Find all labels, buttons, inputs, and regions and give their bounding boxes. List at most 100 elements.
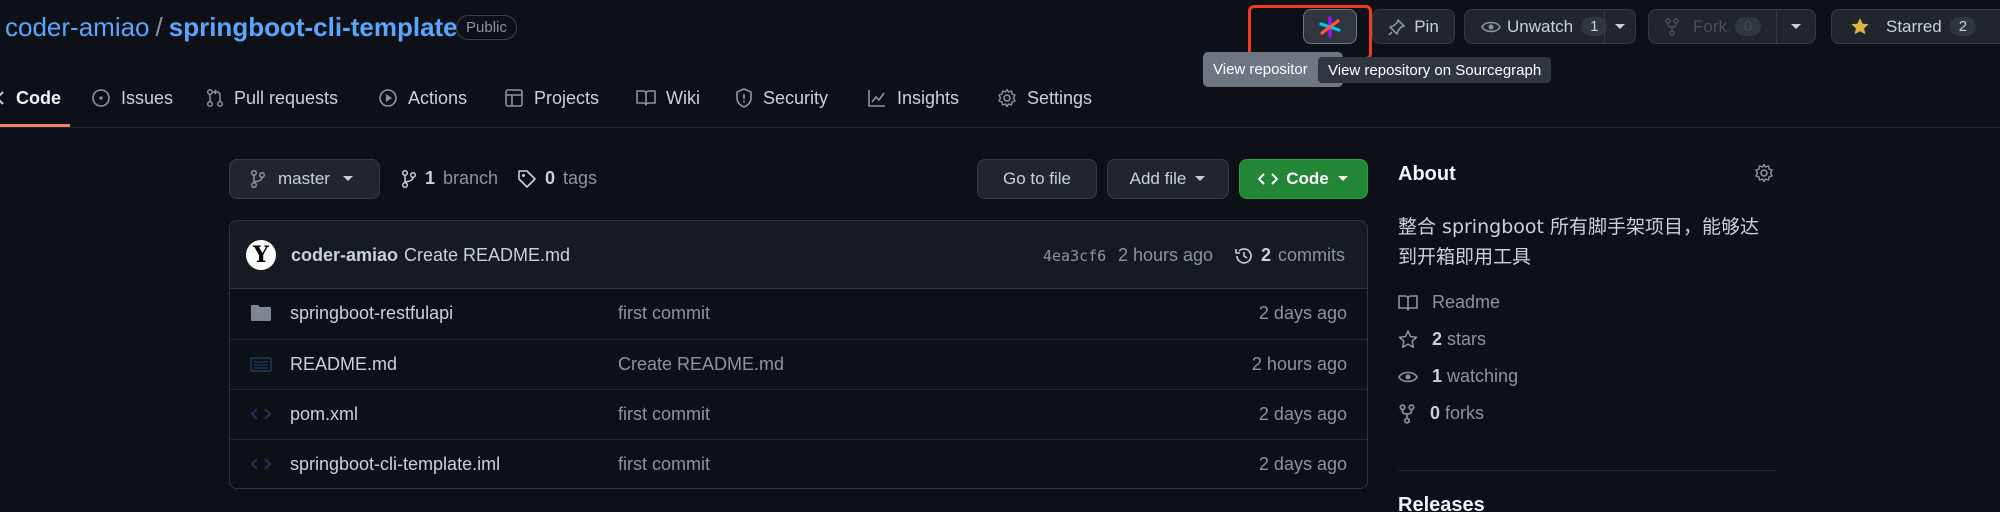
- file-name[interactable]: pom.xml: [290, 404, 358, 425]
- issue-icon: [91, 88, 111, 108]
- book-icon: [1398, 294, 1418, 312]
- branches-link[interactable]: 1 branch: [401, 168, 498, 189]
- tag-word: tags: [563, 168, 598, 188]
- tab-projects-label: Projects: [534, 87, 600, 108]
- code-file-icon: [250, 454, 272, 479]
- avatar[interactable]: Y: [246, 240, 276, 270]
- unwatch-label: Unwatch: [1507, 16, 1574, 36]
- add-file-button[interactable]: Add file: [1107, 159, 1229, 199]
- file-commit-message[interactable]: Create README.md: [618, 354, 784, 375]
- branch-word: branch: [443, 168, 499, 188]
- folder-icon: [250, 303, 272, 328]
- watching-link[interactable]: 1 watching: [1398, 366, 1518, 387]
- commit-word: commits: [1278, 245, 1346, 265]
- releases-heading[interactable]: Releases: [1398, 494, 1485, 512]
- tab-insights[interactable]: Insights: [867, 84, 959, 112]
- tab-pull-requests[interactable]: Pull requests: [206, 84, 338, 112]
- repo-title: coder-amiao / springboot-cli-template: [5, 12, 458, 43]
- caret-down-icon: [1194, 175, 1206, 183]
- shield-icon: [735, 88, 753, 108]
- gear-icon: [997, 88, 1017, 108]
- add-file-label: Add file: [1129, 169, 1187, 188]
- commit-count: 2: [1261, 245, 1272, 265]
- repo-description: 整合 springboot 所有脚手架项目，能够达 到开箱即用工具: [1398, 212, 1759, 272]
- table-icon: [504, 88, 524, 108]
- history-icon: [1234, 246, 1254, 266]
- stars-link[interactable]: 2 stars: [1398, 329, 1486, 350]
- code-brackets-icon: [1258, 172, 1279, 186]
- repo-description-line: 到开箱即用工具: [1398, 246, 1532, 268]
- book-icon: [636, 89, 656, 107]
- tag-count: 0: [545, 168, 556, 188]
- star-icon: [1398, 330, 1418, 349]
- eye-icon: [1481, 19, 1501, 35]
- caret-down-icon: [342, 175, 354, 183]
- nav-divider: [0, 127, 2000, 128]
- tag-icon: [517, 169, 537, 189]
- tab-code[interactable]: Code: [0, 84, 61, 112]
- commit-sha[interactable]: 4ea3cf6: [1043, 247, 1106, 265]
- visibility-badge: Public: [456, 15, 517, 40]
- commits-link[interactable]: 2 commits: [1234, 245, 1345, 266]
- commit-author[interactable]: coder-amiao: [291, 245, 398, 266]
- branch-icon: [250, 169, 266, 189]
- gear-icon[interactable]: [1754, 163, 1774, 183]
- tab-wiki[interactable]: Wiki: [636, 84, 700, 112]
- file-age: 2 days ago: [1258, 404, 1347, 424]
- file-name[interactable]: README.md: [290, 354, 397, 375]
- file-name[interactable]: springboot-cli-template.iml: [290, 454, 500, 475]
- starred-button[interactable]: Starred 2: [1831, 9, 2000, 44]
- caret-down-icon: [1337, 175, 1349, 183]
- about-heading: About: [1398, 163, 1456, 185]
- tab-wiki-label: Wiki: [666, 87, 700, 108]
- unwatch-dropdown[interactable]: [1604, 10, 1635, 43]
- star-count: 2: [1949, 17, 1977, 36]
- star-filled-icon: [1850, 17, 1870, 36]
- tab-code-label: Code: [16, 87, 61, 108]
- code-button[interactable]: Code: [1239, 159, 1368, 199]
- tab-actions[interactable]: Actions: [378, 84, 467, 112]
- tab-security-label: Security: [763, 87, 829, 108]
- pin-button[interactable]: Pin: [1372, 9, 1455, 44]
- file-name[interactable]: springboot-restfulapi: [290, 303, 453, 324]
- repo-owner-link[interactable]: coder-amiao: [5, 12, 150, 42]
- tab-issues[interactable]: Issues: [91, 84, 173, 112]
- fork-dropdown[interactable]: [1776, 10, 1815, 43]
- file-commit-message[interactable]: first commit: [618, 404, 710, 425]
- commit-message[interactable]: Create README.md: [404, 245, 570, 266]
- code-file-icon: [250, 404, 272, 429]
- sourcegraph-button[interactable]: [1303, 9, 1357, 44]
- pin-label: Pin: [1414, 16, 1439, 36]
- file-age: 2 hours ago: [1251, 354, 1347, 374]
- fork-icon: [1398, 403, 1416, 424]
- file-age: 2 days ago: [1258, 454, 1347, 474]
- tab-insights-label: Insights: [897, 87, 960, 108]
- latest-commit-bar: Y coder-amiao Create README.md 4ea3cf6 2…: [230, 221, 1367, 289]
- code-icon: [0, 91, 6, 105]
- commit-time: 2 hours ago: [1118, 245, 1214, 265]
- tab-settings[interactable]: Settings: [997, 84, 1092, 112]
- eye-icon: [1398, 369, 1418, 385]
- file-icon: [250, 354, 272, 379]
- tab-projects[interactable]: Projects: [504, 84, 599, 112]
- code-button-label: Code: [1286, 169, 1329, 188]
- tab-security[interactable]: Security: [735, 84, 828, 112]
- file-commit-message[interactable]: first commit: [618, 454, 710, 475]
- tab-pull-requests-label: Pull requests: [234, 87, 339, 108]
- repo-name-link[interactable]: springboot-cli-template: [169, 12, 458, 42]
- file-row[interactable]: springboot-cli-template.iml first commit…: [230, 439, 1367, 488]
- file-row[interactable]: README.md Create README.md 2 hours ago: [230, 339, 1367, 389]
- file-row[interactable]: pom.xml first commit 2 days ago: [230, 389, 1367, 439]
- file-row[interactable]: springboot-restfulapi first commit 2 day…: [230, 289, 1367, 339]
- branch-select-button[interactable]: master: [229, 159, 380, 199]
- fork-count: 0: [1735, 17, 1762, 36]
- forks-link[interactable]: 0 forks: [1398, 403, 1484, 424]
- stars-count: 2: [1432, 329, 1443, 349]
- avatar-glyph-icon: Y: [253, 242, 269, 268]
- tags-link[interactable]: 0 tags: [517, 168, 597, 189]
- forks-word: forks: [1445, 403, 1485, 423]
- file-commit-message[interactable]: first commit: [618, 303, 710, 324]
- readme-link[interactable]: Readme: [1398, 292, 1500, 313]
- fork-icon: [1665, 17, 1679, 36]
- go-to-file-button[interactable]: Go to file: [977, 159, 1097, 199]
